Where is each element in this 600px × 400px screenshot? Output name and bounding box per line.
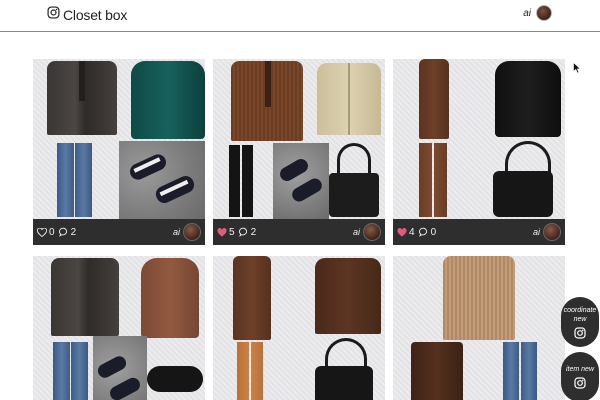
- new-item-label: item new: [565, 366, 594, 373]
- coordinate-photo: [33, 256, 205, 400]
- app-header: Closet box ai: [0, 0, 600, 32]
- shirt-jacket-image: [315, 258, 381, 334]
- card-username: ai: [532, 227, 540, 237]
- coordinate-card[interactable]: [213, 256, 385, 400]
- like-button[interactable]: 4: [397, 227, 415, 238]
- jeans-image: [57, 143, 74, 217]
- coordinate-card[interactable]: [33, 256, 205, 400]
- waist-bag-image: [147, 366, 203, 392]
- card-user[interactable]: ai: [173, 223, 201, 241]
- like-count: 5: [229, 226, 235, 238]
- hoodie-image: [141, 258, 199, 338]
- card-user[interactable]: ai: [353, 223, 381, 241]
- comment-button[interactable]: 2: [58, 226, 77, 238]
- user-menu[interactable]: ai: [523, 5, 552, 21]
- coordinate-photo: [393, 59, 565, 219]
- card-footer: 0 2 ai: [33, 219, 205, 245]
- blazer-image: [51, 258, 119, 336]
- card-user[interactable]: ai: [533, 223, 561, 241]
- trousers-image: [229, 145, 240, 217]
- app-logo[interactable]: Closet box: [47, 6, 127, 24]
- comment-count: 0: [430, 226, 437, 238]
- comment-icon: [238, 227, 247, 237]
- coordinate-card[interactable]: 0 2 ai: [33, 59, 205, 245]
- comment-icon: [418, 227, 427, 237]
- trousers-image: [237, 342, 249, 400]
- header-username: ai: [523, 7, 531, 19]
- coat-image: [419, 59, 449, 139]
- avatar: [543, 223, 561, 241]
- comment-button[interactable]: 2: [238, 226, 257, 238]
- coordinate-photo: [213, 256, 385, 400]
- app-title: Closet box: [63, 7, 128, 23]
- coordinate-photo: [393, 256, 565, 400]
- mouse-cursor-icon: [573, 62, 581, 74]
- avatar: [183, 223, 201, 241]
- instagram-icon: [574, 326, 586, 339]
- coordinate-photo: [33, 59, 205, 219]
- card-username: ai: [352, 227, 360, 237]
- comment-count: 2: [70, 226, 77, 238]
- sweater-image: [131, 61, 205, 139]
- like-count: 4: [409, 226, 415, 238]
- card-footer: 4 0 ai: [393, 219, 565, 245]
- coat-image: [443, 256, 515, 340]
- card-username: ai: [172, 227, 180, 237]
- coordinate-card[interactable]: 4 0 ai: [393, 59, 565, 245]
- coordinate-card[interactable]: [393, 256, 565, 400]
- new-coordinate-label: coordinate new: [563, 306, 597, 323]
- new-item-button[interactable]: item new: [561, 352, 599, 400]
- trousers-image: [419, 143, 432, 217]
- coordinate-photo: [213, 59, 385, 219]
- jeans-image: [53, 342, 70, 400]
- coat-image: [233, 256, 271, 340]
- like-count: 0: [49, 226, 55, 238]
- comment-icon: [58, 227, 67, 237]
- coordinate-card[interactable]: 5 2 ai: [213, 59, 385, 245]
- heart-outline-icon: [37, 227, 47, 237]
- like-button[interactable]: 5: [217, 227, 235, 238]
- jeans-image: [503, 342, 519, 400]
- card-footer: 5 2 ai: [213, 219, 385, 245]
- comment-count: 2: [250, 226, 257, 238]
- avatar: [536, 5, 552, 21]
- avatar: [363, 223, 381, 241]
- instagram-icon: [47, 6, 60, 24]
- instagram-icon: [574, 377, 586, 389]
- new-coordinate-button[interactable]: coordinate new: [561, 297, 599, 347]
- sweater-image: [495, 61, 561, 137]
- heart-filled-icon: [217, 227, 227, 237]
- like-button[interactable]: 0: [37, 227, 55, 238]
- comment-button[interactable]: 0: [418, 226, 437, 238]
- skirt-image: [411, 342, 463, 400]
- heart-filled-icon: [397, 227, 407, 237]
